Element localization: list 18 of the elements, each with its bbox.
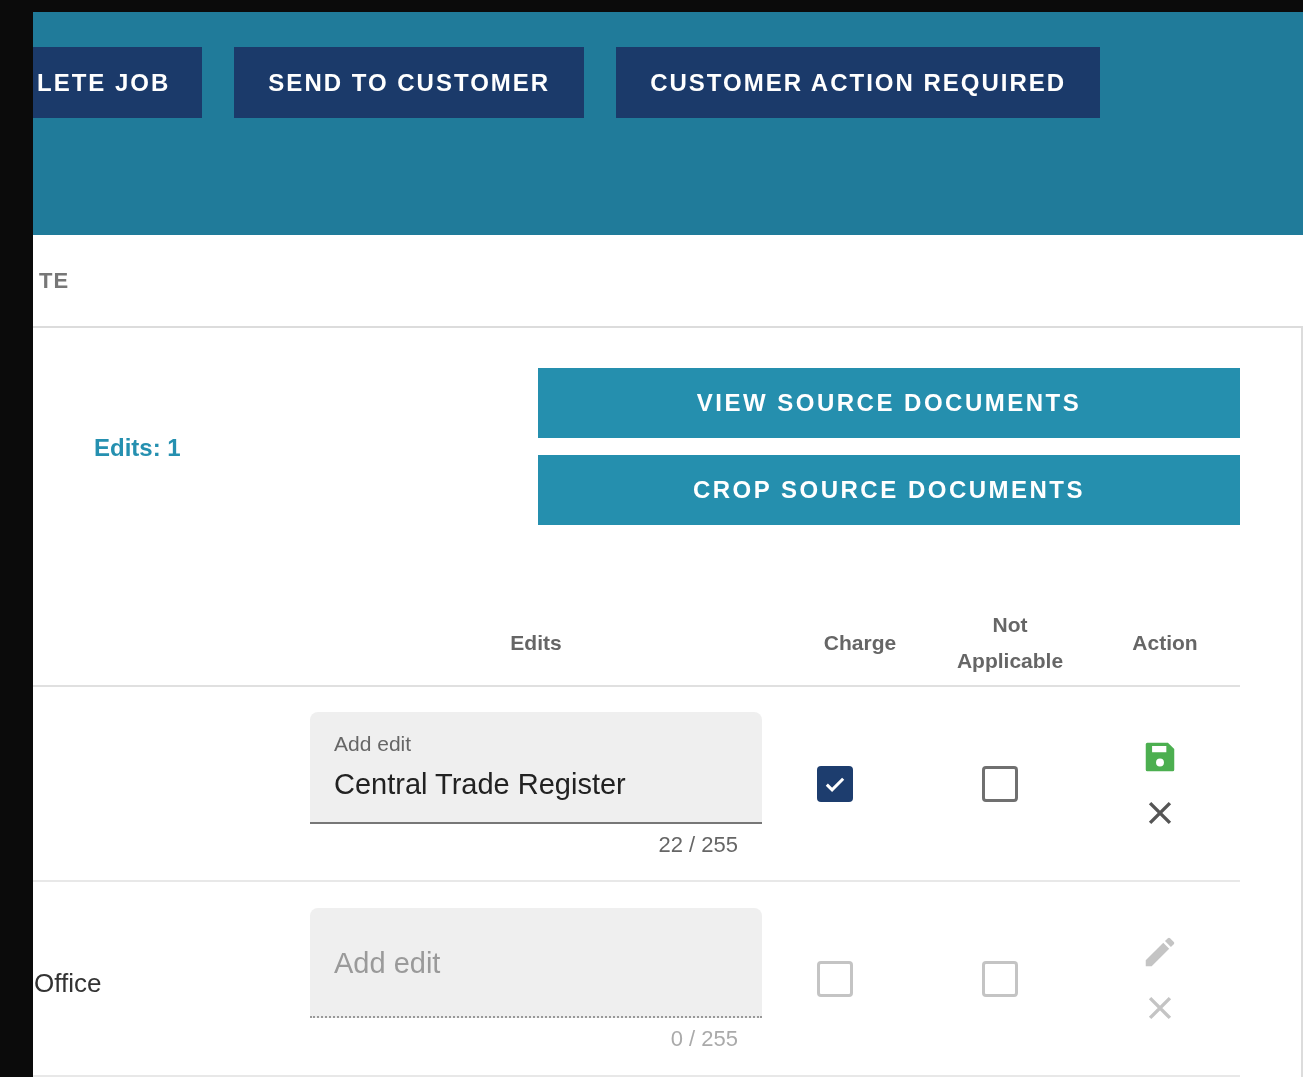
checkbox[interactable] — [817, 765, 853, 802]
header-button[interactable]: SEND TO CUSTOMER — [234, 47, 585, 118]
field-label: Add edit — [334, 730, 413, 757]
tab[interactable]: TE — [39, 263, 70, 297]
header-button[interactable]: LETE JOB — [33, 47, 203, 118]
column-header: Not Applicable — [955, 612, 1065, 674]
column-header: Action — [1131, 630, 1199, 656]
character-counter: 22 / 255 — [658, 831, 739, 859]
column-header: Edits — [509, 630, 563, 656]
character-counter: 0 / 255 — [670, 1025, 739, 1053]
header-button[interactable]: CUSTOMER ACTION REQUIRED — [616, 47, 1101, 118]
edit-input[interactable]: Central Trade Register — [334, 763, 738, 807]
column-header: Charge — [822, 630, 898, 656]
edits-count: Edits: 1 — [94, 434, 181, 461]
document-button[interactable]: CROP SOURCE DOCUMENTS — [538, 455, 1240, 525]
checkbox[interactable] — [982, 765, 1018, 802]
document-button[interactable]: VIEW SOURCE DOCUMENTS — [538, 368, 1240, 438]
edit-field[interactable]: Add edit Central Trade Register — [310, 712, 762, 824]
